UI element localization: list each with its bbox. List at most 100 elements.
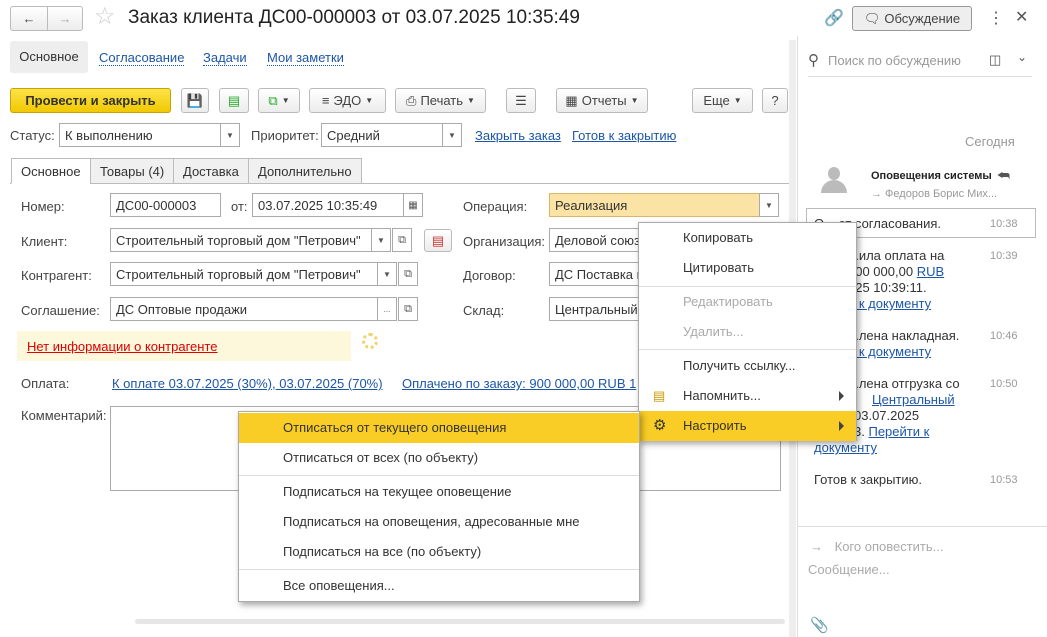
close-order-link[interactable]: Закрыть заказ	[475, 128, 561, 143]
create-based-button[interactable]: ⧉ ▼	[258, 88, 300, 113]
message-1-time: 10:38	[990, 218, 1018, 230]
report-structure-button[interactable]: ☰	[506, 88, 536, 113]
nav-tab-notes[interactable]: Мои заметки	[267, 50, 344, 66]
operation-field[interactable]: Реализация	[549, 193, 760, 217]
star-icon[interactable]: ☆	[94, 2, 116, 31]
client-card-button[interactable]: ▤	[424, 229, 452, 252]
submenu-arrow-icon	[839, 391, 844, 401]
avatar	[820, 167, 848, 193]
attach-icon[interactable]: 📎	[810, 616, 829, 634]
counterparty-field[interactable]: Строительный торговый дом "Петрович"	[110, 262, 378, 286]
edo-button[interactable]: ≡ ЭДО ▼	[309, 88, 386, 113]
payment-schedule-link[interactable]: К оплате 03.07.2025 (30%), 03.07.2025 (7…	[112, 376, 383, 391]
reports-button[interactable]: ▦ Отчеты ▼	[556, 88, 648, 113]
number-field[interactable]: ДС00-000003	[110, 193, 221, 217]
ready-to-close-link[interactable]: Готов к закрытию	[572, 128, 676, 143]
org-label: Организация:	[463, 234, 546, 249]
menu-separator	[239, 569, 639, 570]
menu-item-get-link[interactable]: Получить ссылку...	[639, 351, 856, 381]
notify-input[interactable]: → Кого оповестить...	[810, 539, 944, 554]
menu-item-copy[interactable]: Копировать	[639, 223, 856, 253]
submenu-unsubscribe-all[interactable]: Отписаться от всех (по объекту)	[239, 443, 639, 473]
reply-all-icon[interactable]: ⮪	[997, 167, 1010, 184]
priority-label: Приоритет:	[251, 128, 319, 143]
forward-button[interactable]: →	[47, 6, 83, 31]
form-tab-delivery[interactable]: Доставка	[173, 158, 249, 184]
counterparty-label: Контрагент:	[21, 268, 92, 283]
submenu-subscribe-mine[interactable]: Подписаться на оповещения, адресованные …	[239, 507, 639, 537]
save-icon: 💾	[186, 92, 204, 108]
recipient: → Федоров Борис Мих...	[871, 188, 998, 200]
more-icon[interactable]: ⋮	[988, 8, 1004, 28]
counterparty-dropdown[interactable]: ▼	[377, 262, 397, 286]
compose-divider	[797, 526, 1047, 527]
context-menu: Копировать Цитировать Редактировать Удал…	[638, 222, 857, 441]
agreement-open-button[interactable]: ⧉	[398, 297, 418, 321]
paid-link[interactable]: Оплачено по заказу: 900 000,00 RUB 1	[402, 376, 638, 391]
no-info-link[interactable]: Нет информации о контрагенте	[27, 339, 218, 354]
gear-icon: ⚙	[653, 417, 667, 434]
save-button[interactable]: 💾	[181, 88, 209, 113]
reports-icon: ▦	[565, 92, 578, 108]
contract-field[interactable]: ДС Поставка и	[549, 262, 649, 286]
warehouse-field[interactable]: Центральный	[549, 297, 649, 321]
agreement-field[interactable]: ДС Оптовые продажи	[110, 297, 378, 321]
operation-dropdown[interactable]: ▼	[759, 193, 779, 217]
post-close-button[interactable]: Провести и закрыть	[10, 88, 171, 113]
number-label: Номер:	[21, 199, 65, 214]
submenu-subscribe-all[interactable]: Подписаться на все (по объекту)	[239, 537, 639, 567]
counterparty-open-button[interactable]: ⧉	[398, 262, 418, 286]
menu-item-configure[interactable]: ⚙ Настроить	[639, 411, 856, 441]
status-dropdown[interactable]: ▼	[220, 123, 240, 147]
menu-item-remind[interactable]: ▤ Напомнить...	[639, 381, 856, 411]
nav-tab-tasks[interactable]: Задачи	[203, 50, 247, 66]
client-dropdown[interactable]: ▼	[371, 228, 391, 252]
operation-label: Операция:	[463, 199, 528, 214]
menu-item-quote[interactable]: Цитировать	[639, 253, 856, 283]
payment-label: Оплата:	[21, 376, 70, 391]
search-icon: ⚲	[808, 52, 819, 69]
menu-separator	[239, 475, 639, 476]
priority-dropdown[interactable]: ▼	[442, 123, 462, 147]
nav-tab-main[interactable]: Основное	[10, 41, 88, 73]
date-field[interactable]: 03.07.2025 10:35:49	[252, 193, 404, 217]
message-5[interactable]: Готов к закрытию.	[814, 472, 994, 488]
close-icon[interactable]: ✕	[1015, 7, 1028, 27]
submenu-unsubscribe-current[interactable]: Отписаться от текущего оповещения	[239, 413, 639, 443]
form-tab-goods[interactable]: Товары (4)	[90, 158, 175, 184]
submenu-all-notifications[interactable]: Все оповещения...	[239, 571, 639, 601]
message-input[interactable]: Сообщение...	[808, 562, 890, 577]
date-label: от:	[231, 199, 248, 214]
client-field[interactable]: Строительный торговый дом "Петрович"	[110, 228, 372, 252]
help-button[interactable]: ?	[762, 88, 788, 113]
form-tab-main[interactable]: Основное	[11, 158, 91, 184]
link-icon[interactable]: 🔗	[824, 8, 844, 28]
sender-name: Оповещения системы	[871, 170, 992, 182]
horizontal-scrollbar[interactable]	[135, 619, 785, 624]
status-label: Статус:	[10, 128, 55, 143]
discussion-search-input[interactable]: Поиск по обсуждению	[828, 53, 961, 68]
priority-field[interactable]: Средний	[321, 123, 443, 147]
nav-tab-approval[interactable]: Согласование	[99, 50, 185, 66]
post-button[interactable]: ▤	[219, 88, 249, 113]
org-field[interactable]: Деловой союз	[549, 228, 649, 252]
agreement-select-button[interactable]: ...	[377, 297, 397, 321]
edo-icon: ≡	[321, 93, 330, 108]
discussion-button[interactable]: 🗨 Обсуждение	[852, 6, 972, 31]
status-field[interactable]: К выполнению	[59, 123, 221, 147]
video-icon[interactable]: ◫	[989, 52, 1001, 68]
back-button[interactable]: ←	[10, 6, 48, 31]
warehouse-label: Склад:	[463, 303, 505, 318]
search-divider	[808, 76, 1032, 77]
card-icon: ▤	[431, 232, 445, 248]
comment-label: Комментарий:	[21, 408, 107, 423]
reminder-icon: ▤	[653, 388, 666, 403]
client-open-button[interactable]: ⧉	[392, 228, 412, 252]
print-button[interactable]: ⎙ Печать ▼	[395, 88, 486, 113]
more-button[interactable]: Еще ▼	[692, 88, 753, 113]
message-5-time: 10:53	[990, 474, 1018, 486]
calendar-button[interactable]: ▦	[403, 193, 423, 217]
chevron-down-icon[interactable]: ⌄	[1017, 50, 1027, 64]
submenu-subscribe-current[interactable]: Подписаться на текущее оповещение	[239, 477, 639, 507]
form-tab-additional[interactable]: Дополнительно	[248, 158, 362, 184]
